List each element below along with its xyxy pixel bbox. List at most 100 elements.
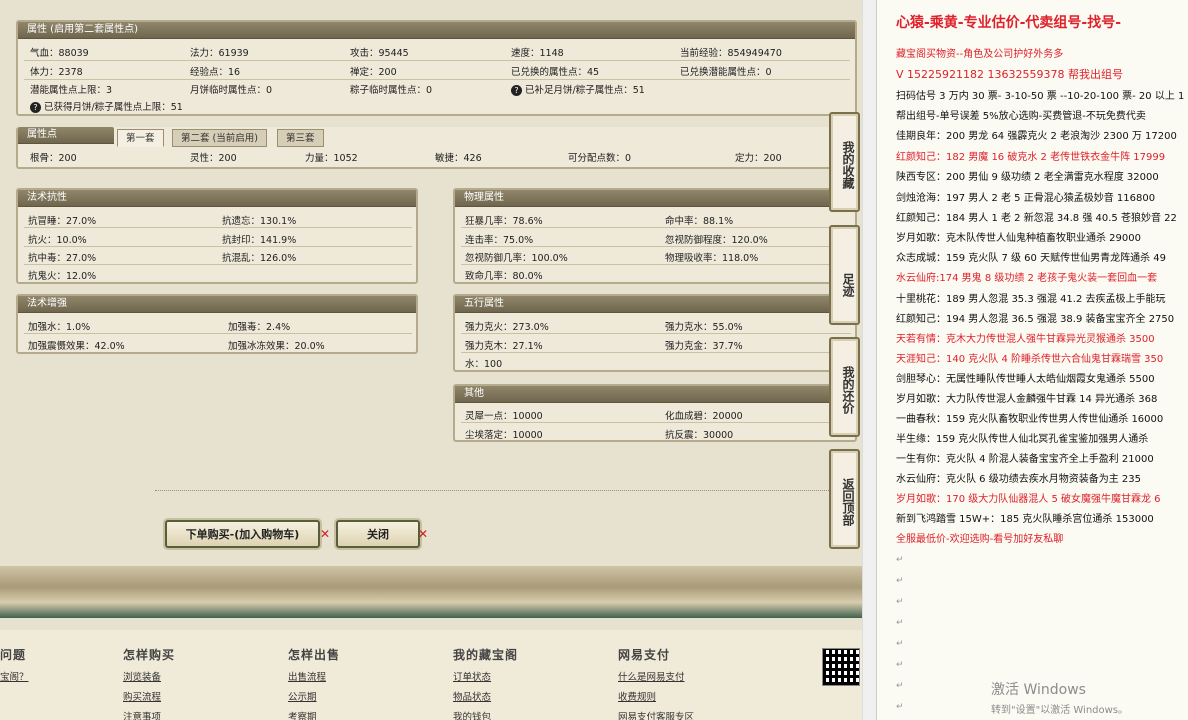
resist-value: 抗遗忘：130.1% (222, 216, 297, 227)
other-panel: 其他 灵犀一点：10000 化血成碧：20000 尘埃落定：10000 抗反震：… (453, 384, 857, 442)
divider (461, 333, 851, 334)
ad-line: 红颜知己：184 男人 1 老 2 新忽混 34.8 强 40.5 苍狼妙音 2… (896, 213, 1177, 224)
footer-heading: 我的藏宝阁 (453, 648, 519, 662)
my-bargain-tab[interactable]: 我的还价 (829, 337, 860, 437)
site-footer: 问题 宝阁？ 怎样购买 浏览装备 购买流程 注意事项 怎样出售 出售流程 公示期… (0, 630, 862, 720)
ad-document: 心猿-乘黄-专业估价-代卖组号-找号- 藏宝阁买物资--角色及公司护好外务多 V… (876, 0, 1188, 720)
points-panel-title: 属性点 (18, 127, 114, 144)
attr-value: 体力：2378 (30, 67, 83, 78)
footer-heading: 网易支付 (618, 648, 671, 662)
elem-value: 水：100 (465, 359, 503, 370)
footer-link[interactable]: 浏览装备 (123, 669, 175, 683)
attribute-panel: 属性 (启用第二套属性点) 气血：88039 法力：61939 攻击：95445… (16, 20, 857, 116)
ad-line: 众志成城：159 克火队 7 级 60 天赋传世仙男青龙阵通杀 49 (896, 253, 1166, 264)
ad-line: V 15225921182 13632559378 帮我出组号 (896, 68, 1123, 81)
footer-link[interactable]: 购买流程 (123, 689, 175, 703)
attr-value: 潜能属性点上限：3 (30, 85, 113, 96)
resist-value: 抗冒睡：27.0% (28, 216, 97, 227)
attr-value: 速度：1148 (511, 48, 564, 59)
boost-value: 加强冰冻效果：20.0% (228, 341, 325, 352)
footer-link[interactable]: 出售流程 (288, 669, 340, 683)
my-favorites-tab[interactable]: 我的收藏 (829, 112, 860, 212)
footer-link[interactable]: 考察期 (288, 709, 340, 720)
boost-value: 加强震慑效果：42.0% (28, 341, 125, 352)
footer-heading: 怎样购买 (123, 648, 176, 662)
attr-value: 月饼临时属性点：0 (190, 85, 273, 96)
footer-link[interactable]: 注意事项 (123, 709, 175, 720)
buy-add-to-cart-button[interactable]: 下单购买-(加入购物车) (165, 520, 320, 548)
ad-line: 天若有情：克木大力传世混人强牛甘霖异光灵猴通杀 3500 (896, 334, 1155, 345)
phys-panel-title: 物理属性 (455, 190, 855, 207)
watermark-title: 激活 Windows (991, 682, 1086, 698)
attribute-panel-title: 属性 (启用第二套属性点) (18, 22, 855, 39)
attr-value: 粽子临时属性点：0 (350, 85, 433, 96)
scrollbar[interactable] (862, 0, 876, 720)
qr-code-icon (822, 648, 860, 686)
divider (461, 422, 851, 423)
phys-value: 物理吸收率：118.0% (665, 253, 759, 264)
footer-link[interactable]: 公示期 (288, 689, 340, 703)
divider (461, 352, 851, 353)
ad-line: 全服最低价-欢迎选购-看号加好友私聊 (896, 534, 1064, 545)
phys-value: 狂暴几率：78.6% (465, 216, 543, 227)
decorative-band (0, 566, 862, 618)
footer-link[interactable]: 收费规则 (618, 689, 694, 703)
footer-heading: 怎样出售 (288, 648, 341, 662)
attr-value: 气血：88039 (30, 48, 89, 59)
footer-link[interactable]: 什么是网易支付 (618, 669, 694, 683)
paragraph-mark: ↵ (896, 660, 904, 670)
other-value: 化血成碧：20000 (665, 411, 743, 422)
footer-link[interactable]: 订单状态 (453, 669, 518, 683)
close-icon: ✕ (320, 527, 331, 541)
footer-link[interactable]: 我的钱包 (453, 709, 518, 720)
ad-line: 岁月如歌：大力队传世混人金麟强牛甘霖 14 异光通杀 368 (896, 394, 1158, 405)
boost-value: 加强水：1.0% (28, 322, 91, 333)
ad-line: 藏宝阁买物资--角色及公司护好外务多 (896, 49, 1064, 60)
footer-col-payment: 网易支付 什么是网易支付 收费规则 网易支付客服专区 (618, 646, 694, 720)
ad-line: 半生缘：159 克火队传世人仙北冥孔雀宝鉴加强男人通杀 (896, 434, 1149, 445)
ad-line: 天涯知己：140 克火队 4 阶睡杀传世六合仙鬼甘霖瑞雪 350 (896, 354, 1164, 365)
tab-set-3[interactable]: 第三套 (277, 129, 324, 147)
back-to-top-tab[interactable]: 返回顶部 (829, 449, 860, 549)
attr-value: 已兑换潜能属性点：0 (680, 67, 772, 78)
attr-value: 当前经验：854949470 (680, 48, 782, 59)
tab-set-2[interactable]: 第二套 (当前启用) (172, 129, 267, 147)
footprint-tab[interactable]: 足迹 (829, 225, 860, 325)
ad-line: 水云仙府:174 男鬼 8 级功绩 2 老孩子鬼火装一套回血一套 (896, 273, 1158, 284)
paragraph-mark: ↵ (896, 681, 904, 691)
footer-link[interactable]: 网易支付客服专区 (618, 709, 694, 720)
spell-resistance-panel: 法术抗性 抗冒睡：27.0% 抗遗忘：130.1% 抗火：10.0% 抗封印：1… (16, 188, 418, 284)
attr-value: 已补足月饼/粽子属性点：51 (525, 85, 645, 96)
footer-col-sell: 怎样出售 出售流程 公示期 考察期 (288, 646, 340, 720)
resist-value: 抗中毒：27.0% (28, 253, 97, 264)
footer-link[interactable]: 宝阁？ (0, 669, 29, 683)
attr-value: 已兑换的属性点：45 (511, 67, 600, 78)
tab-set-1[interactable]: 第一套 (117, 129, 164, 147)
ad-line: 一生有你：克火队 4 阶混人装备宝宝齐全上手盈利 21000 (896, 454, 1154, 465)
divider (461, 246, 851, 247)
phys-value: 致命几率：80.0% (465, 271, 543, 282)
divider (461, 264, 851, 265)
paragraph-mark: ↵ (896, 597, 904, 607)
attr-value: 攻击：95445 (350, 48, 409, 59)
item-detail-page: 属性 (启用第二套属性点) 气血：88039 法力：61939 攻击：95445… (0, 0, 862, 720)
other-value: 抗反震：30000 (665, 430, 734, 441)
attr-value-with-help: ? 已补足月饼/粽子属性点：51 (511, 82, 645, 96)
elem-value: 强力克水：55.0% (665, 322, 743, 333)
other-value: 灵犀一点：10000 (465, 411, 543, 422)
paragraph-mark: ↵ (896, 702, 904, 712)
dotted-divider (155, 490, 855, 491)
footer-col-help: 问题 宝阁？ (0, 646, 29, 683)
close-button[interactable]: 关闭 (336, 520, 420, 548)
elem-value: 强力克火：273.0% (465, 322, 549, 333)
footer-heading: 问题 (0, 648, 27, 662)
ad-line: 剑胆琴心：无属性睡队传世睡人太皓仙烟霞女鬼通杀 5500 (896, 374, 1155, 385)
help-icon[interactable]: ? (511, 85, 522, 96)
footer-col-buy: 怎样购买 浏览装备 购买流程 注意事项 (123, 646, 175, 720)
other-value: 尘埃落定：10000 (465, 430, 543, 441)
phys-value: 连击率：75.0% (465, 235, 534, 246)
help-icon[interactable]: ? (30, 102, 41, 113)
paragraph-mark: ↵ (896, 618, 904, 628)
ad-line: 岁月如歌：170 级大力队仙器混人 5 破女魔强牛魔甘霖龙 6 (896, 494, 1161, 505)
footer-link[interactable]: 物品状态 (453, 689, 518, 703)
